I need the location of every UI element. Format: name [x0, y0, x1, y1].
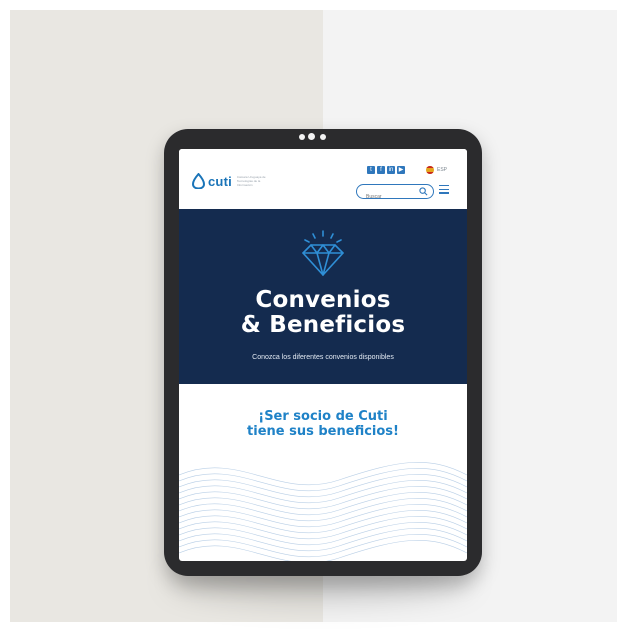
- search-input[interactable]: [357, 191, 421, 203]
- hamburger-menu-icon[interactable]: [439, 185, 449, 195]
- twitter-icon[interactable]: t: [367, 166, 375, 174]
- hero-banner: Convenios & Beneficios Conozca los difer…: [179, 209, 467, 384]
- cuti-logo[interactable]: cuti Cámara Uruguaya de Tecnologías de l…: [192, 173, 275, 189]
- language-label: ESP: [437, 167, 448, 173]
- logo-tagline: Cámara Uruguaya de Tecnologías de la Inf…: [236, 175, 266, 187]
- facebook-icon[interactable]: f: [377, 166, 385, 174]
- page-title-line1: Convenios: [255, 287, 391, 313]
- camera-icon: [308, 133, 315, 140]
- search-box: [356, 184, 434, 203]
- page-title: Convenios & Beneficios: [179, 288, 467, 338]
- promo-line2: tiene sus beneficios!: [247, 424, 399, 439]
- page-title-line2: & Beneficios: [240, 312, 406, 338]
- logo-wordmark: cuti: [208, 173, 232, 189]
- tablet-screen: cuti Cámara Uruguaya de Tecnologías de l…: [179, 149, 467, 561]
- tablet-device: cuti Cámara Uruguaya de Tecnologías de l…: [164, 129, 482, 576]
- youtube-icon[interactable]: ▶: [397, 166, 405, 174]
- decorative-waves: [179, 461, 467, 561]
- sensor-dot: [320, 134, 326, 140]
- cuti-logo-icon: [192, 173, 205, 189]
- promo-line1: ¡Ser socio de Cuti: [258, 409, 388, 424]
- promo-heading: ¡Ser socio de Cuti tiene sus beneficios!: [179, 409, 467, 439]
- language-selector[interactable]: ESP: [426, 166, 447, 174]
- social-links: t f in ▶: [367, 166, 405, 174]
- linkedin-icon[interactable]: in: [387, 166, 395, 174]
- diamond-icon: [302, 230, 344, 276]
- search-icon[interactable]: [419, 187, 428, 196]
- site-header: cuti Cámara Uruguaya de Tecnologías de l…: [179, 149, 467, 209]
- page-subtitle: Conozca los diferentes convenios disponi…: [252, 354, 394, 361]
- sensor-dot: [299, 134, 305, 140]
- spain-flag-icon: [426, 166, 434, 174]
